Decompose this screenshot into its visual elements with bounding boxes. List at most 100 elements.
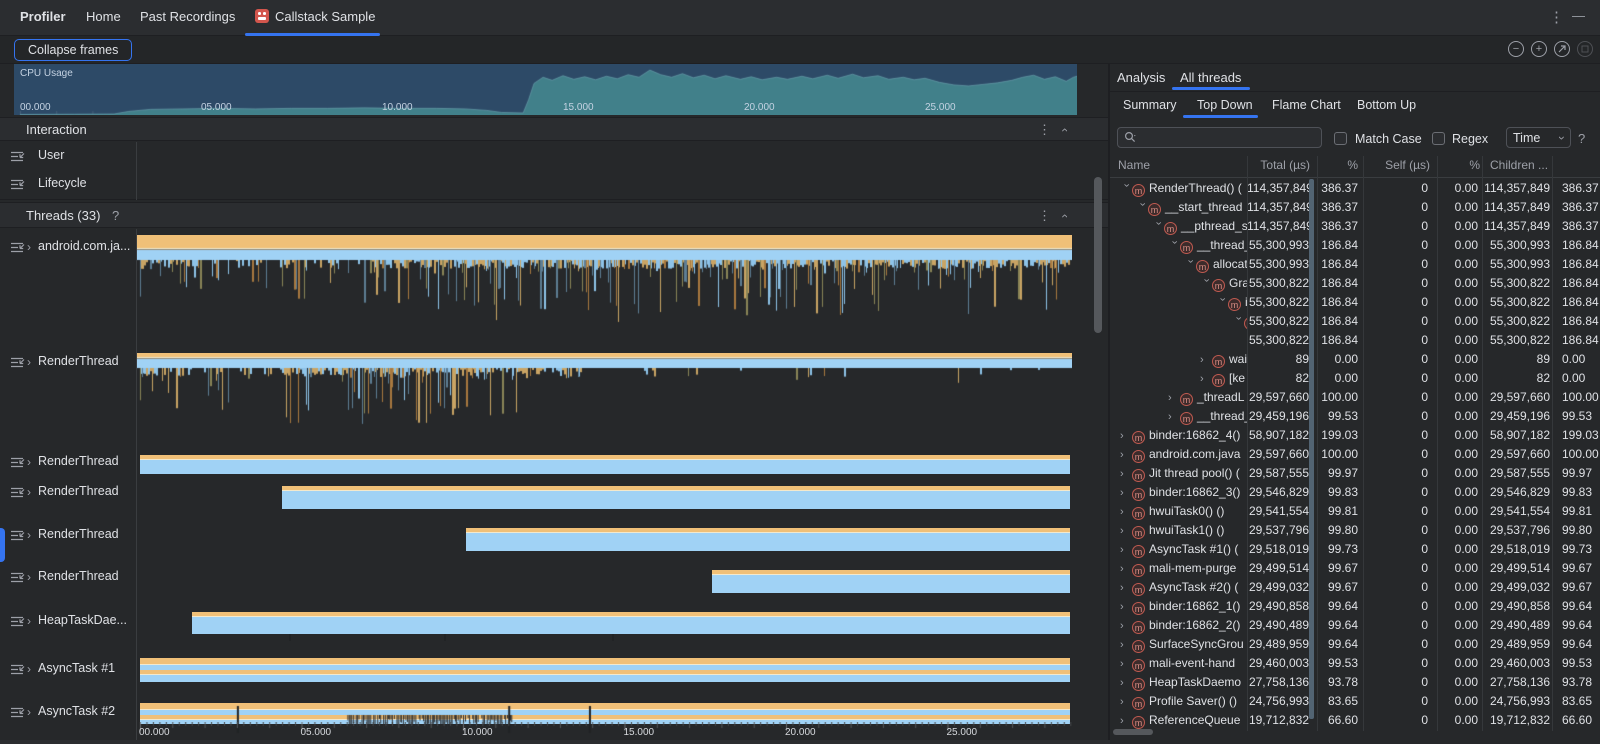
thread-row-renderthread[interactable]: › RenderThread xyxy=(0,453,136,471)
chevron-down-icon[interactable]: › xyxy=(1185,260,1196,272)
thread-row-asynctask-#2[interactable]: › AsyncTask #2 xyxy=(0,703,136,721)
chevron-right-icon[interactable]: › xyxy=(1200,354,1212,366)
table-row[interactable]: ›mReferenceQueue19,712,83266.6000.0019,7… xyxy=(1110,711,1600,730)
interaction-row-lifecycle[interactable]: Lifecycle xyxy=(0,170,1108,198)
chevron-right-icon[interactable]: › xyxy=(1120,449,1132,461)
zoom-to-selection-icon[interactable] xyxy=(1577,41,1593,57)
chevron-right-icon[interactable]: › xyxy=(1120,563,1132,575)
filter-type-dropdown[interactable]: Time › xyxy=(1506,127,1571,148)
table-row[interactable]: 55,300,822186.8400.0055,300,822186.84 xyxy=(1110,331,1600,350)
thread-track-bar[interactable] xyxy=(140,658,1070,682)
thread-track-flame[interactable] xyxy=(137,353,1072,449)
table-row[interactable]: ›min55,300,822186.8400.0055,300,822186.8… xyxy=(1110,293,1600,312)
window-minimize-icon[interactable]: — xyxy=(1572,8,1585,23)
chevron-down-icon[interactable]: › xyxy=(1137,203,1148,215)
thread-row-android-com-ja-[interactable]: › android.com.ja... xyxy=(0,238,136,256)
chevron-right-icon[interactable]: › xyxy=(27,485,31,499)
tab-home[interactable]: Home xyxy=(86,9,121,24)
chevron-right-icon[interactable]: › xyxy=(27,614,31,628)
thread-track-bar[interactable] xyxy=(466,528,1070,551)
thread-track-bar[interactable] xyxy=(192,612,1070,634)
table-row[interactable]: ›mmali-mem-purge29,499,51499.6700.0029,4… xyxy=(1110,559,1600,578)
table-vertical-scrollbar[interactable] xyxy=(1309,179,1314,719)
chevron-right-icon[interactable]: › xyxy=(1168,411,1180,423)
tab-past-recordings[interactable]: Past Recordings xyxy=(140,9,235,24)
reset-zoom-icon[interactable] xyxy=(1554,41,1570,57)
col-name[interactable]: Name xyxy=(1118,158,1238,174)
chevron-right-icon[interactable]: › xyxy=(1120,582,1132,594)
subtab-top-down[interactable]: Top Down xyxy=(1197,98,1253,112)
chevron-down-icon[interactable]: › xyxy=(1201,279,1212,291)
col-total[interactable]: Total (µs) xyxy=(1247,158,1310,174)
threads-kebab-icon[interactable]: ⋮ xyxy=(1038,209,1051,222)
chevron-down-icon[interactable]: › xyxy=(1121,184,1132,196)
match-case-label[interactable]: Match Case xyxy=(1355,132,1422,146)
table-row[interactable]: ›m__thread_29,459,19699.5300.0029,459,19… xyxy=(1110,407,1600,426)
chevron-right-icon[interactable]: › xyxy=(27,570,31,584)
table-row[interactable]: ›mallocat55,300,993186.8400.0055,300,993… xyxy=(1110,255,1600,274)
table-row[interactable]: ›mJit thread pool() (29,587,55599.9700.0… xyxy=(1110,464,1600,483)
table-row[interactable]: ›mbinder:16862_2()29,490,48999.6400.0029… xyxy=(1110,616,1600,635)
subtab-bottom-up[interactable]: Bottom Up xyxy=(1357,98,1416,112)
table-row[interactable]: ›m[ke820.0000.00820.00 xyxy=(1110,369,1600,388)
chevron-right-icon[interactable]: › xyxy=(27,528,31,542)
table-row[interactable]: ›mGra55,300,822186.8400.0055,300,822186.… xyxy=(1110,274,1600,293)
threads-collapse-icon[interactable]: › xyxy=(1058,214,1070,218)
profiler-menu[interactable]: Profiler xyxy=(20,9,66,24)
table-row[interactable]: ›m__thread_55,300,993186.8400.0055,300,9… xyxy=(1110,236,1600,255)
table-row[interactable]: ›mhwuiTask0() ()29,541,55499.8100.0029,5… xyxy=(1110,502,1600,521)
thread-row-renderthread[interactable]: › RenderThread xyxy=(0,353,136,371)
chevron-right-icon[interactable]: › xyxy=(1120,468,1132,480)
table-row[interactable]: ›mProfile Saver() ()24,756,99383.6500.00… xyxy=(1110,692,1600,711)
thread-track-bar[interactable] xyxy=(282,486,1070,509)
interaction-kebab-icon[interactable]: ⋮ xyxy=(1038,123,1051,136)
table-row[interactable]: ›mbinder:16862_3()29,546,82999.8300.0029… xyxy=(1110,483,1600,502)
regex-checkbox[interactable] xyxy=(1432,132,1445,145)
chevron-right-icon[interactable]: › xyxy=(1120,715,1132,727)
subtab-flame-chart[interactable]: Flame Chart xyxy=(1272,98,1341,112)
table-row[interactable]: ›m__pthread_st114,357,849386.3700.00114,… xyxy=(1110,217,1600,236)
chevron-right-icon[interactable]: › xyxy=(27,355,31,369)
threads-help-icon[interactable]: ? xyxy=(112,208,119,223)
thread-track-flame[interactable] xyxy=(137,235,1072,339)
chevron-right-icon[interactable]: › xyxy=(1168,392,1180,404)
match-case-checkbox[interactable] xyxy=(1334,132,1347,145)
chevron-right-icon[interactable]: › xyxy=(27,662,31,676)
zoom-out-icon[interactable]: − xyxy=(1508,41,1524,57)
thread-row-renderthread[interactable]: › RenderThread xyxy=(0,526,136,544)
table-row[interactable]: ›mAsyncTask #2() (29,499,03299.6700.0029… xyxy=(1110,578,1600,597)
search-help-icon[interactable]: ? xyxy=(1578,131,1585,146)
table-row[interactable]: ›mmali-event-hand29,460,00399.5300.0029,… xyxy=(1110,654,1600,673)
chevron-right-icon[interactable]: › xyxy=(27,705,31,719)
search-input[interactable] xyxy=(1141,130,1315,146)
chevron-right-icon[interactable]: › xyxy=(1120,696,1132,708)
table-row[interactable]: ›m__start_thread114,357,849386.3700.0011… xyxy=(1110,198,1600,217)
chevron-right-icon[interactable]: › xyxy=(1120,506,1132,518)
chevron-right-icon[interactable]: › xyxy=(1120,639,1132,651)
table-horizontal-scrollbar[interactable] xyxy=(1113,729,1153,735)
left-panel-scrollbar[interactable] xyxy=(1094,177,1102,333)
tab-analysis[interactable]: Analysis xyxy=(1117,70,1165,85)
interaction-row-user[interactable]: User xyxy=(0,142,1108,170)
col-children[interactable]: Children ... xyxy=(1490,158,1575,174)
table-row[interactable]: ›mSurfaceSyncGrou29,489,95999.6400.0029,… xyxy=(1110,635,1600,654)
chevron-right-icon[interactable]: › xyxy=(1200,373,1212,385)
table-row[interactable]: ›mAsyncTask #1() (29,518,01999.7300.0029… xyxy=(1110,540,1600,559)
chevron-right-icon[interactable]: › xyxy=(27,455,31,469)
col-self[interactable]: Self (µs) xyxy=(1363,158,1430,174)
thread-row-renderthread[interactable]: › RenderThread xyxy=(0,568,136,586)
chevron-right-icon[interactable]: › xyxy=(1120,430,1132,442)
chevron-down-icon[interactable]: › xyxy=(1153,222,1164,234)
window-kebab-menu-icon[interactable]: ⋮ xyxy=(1549,10,1564,25)
table-row[interactable]: ›mwai890.0000.00890.00 xyxy=(1110,350,1600,369)
chevron-down-icon[interactable]: › xyxy=(1233,317,1244,329)
thread-row-asynctask-#1[interactable]: › AsyncTask #1 xyxy=(0,660,136,678)
zoom-in-icon[interactable]: + xyxy=(1531,41,1547,57)
thread-track-bar[interactable] xyxy=(712,570,1070,593)
chevron-right-icon[interactable]: › xyxy=(1120,487,1132,499)
chevron-right-icon[interactable]: › xyxy=(1120,620,1132,632)
chevron-down-icon[interactable]: › xyxy=(1217,298,1228,310)
table-row[interactable]: ›m_threadL29,597,660100.0000.0029,597,66… xyxy=(1110,388,1600,407)
chevron-right-icon[interactable]: › xyxy=(1120,544,1132,556)
cpu-usage-chart[interactable] xyxy=(14,64,1077,115)
